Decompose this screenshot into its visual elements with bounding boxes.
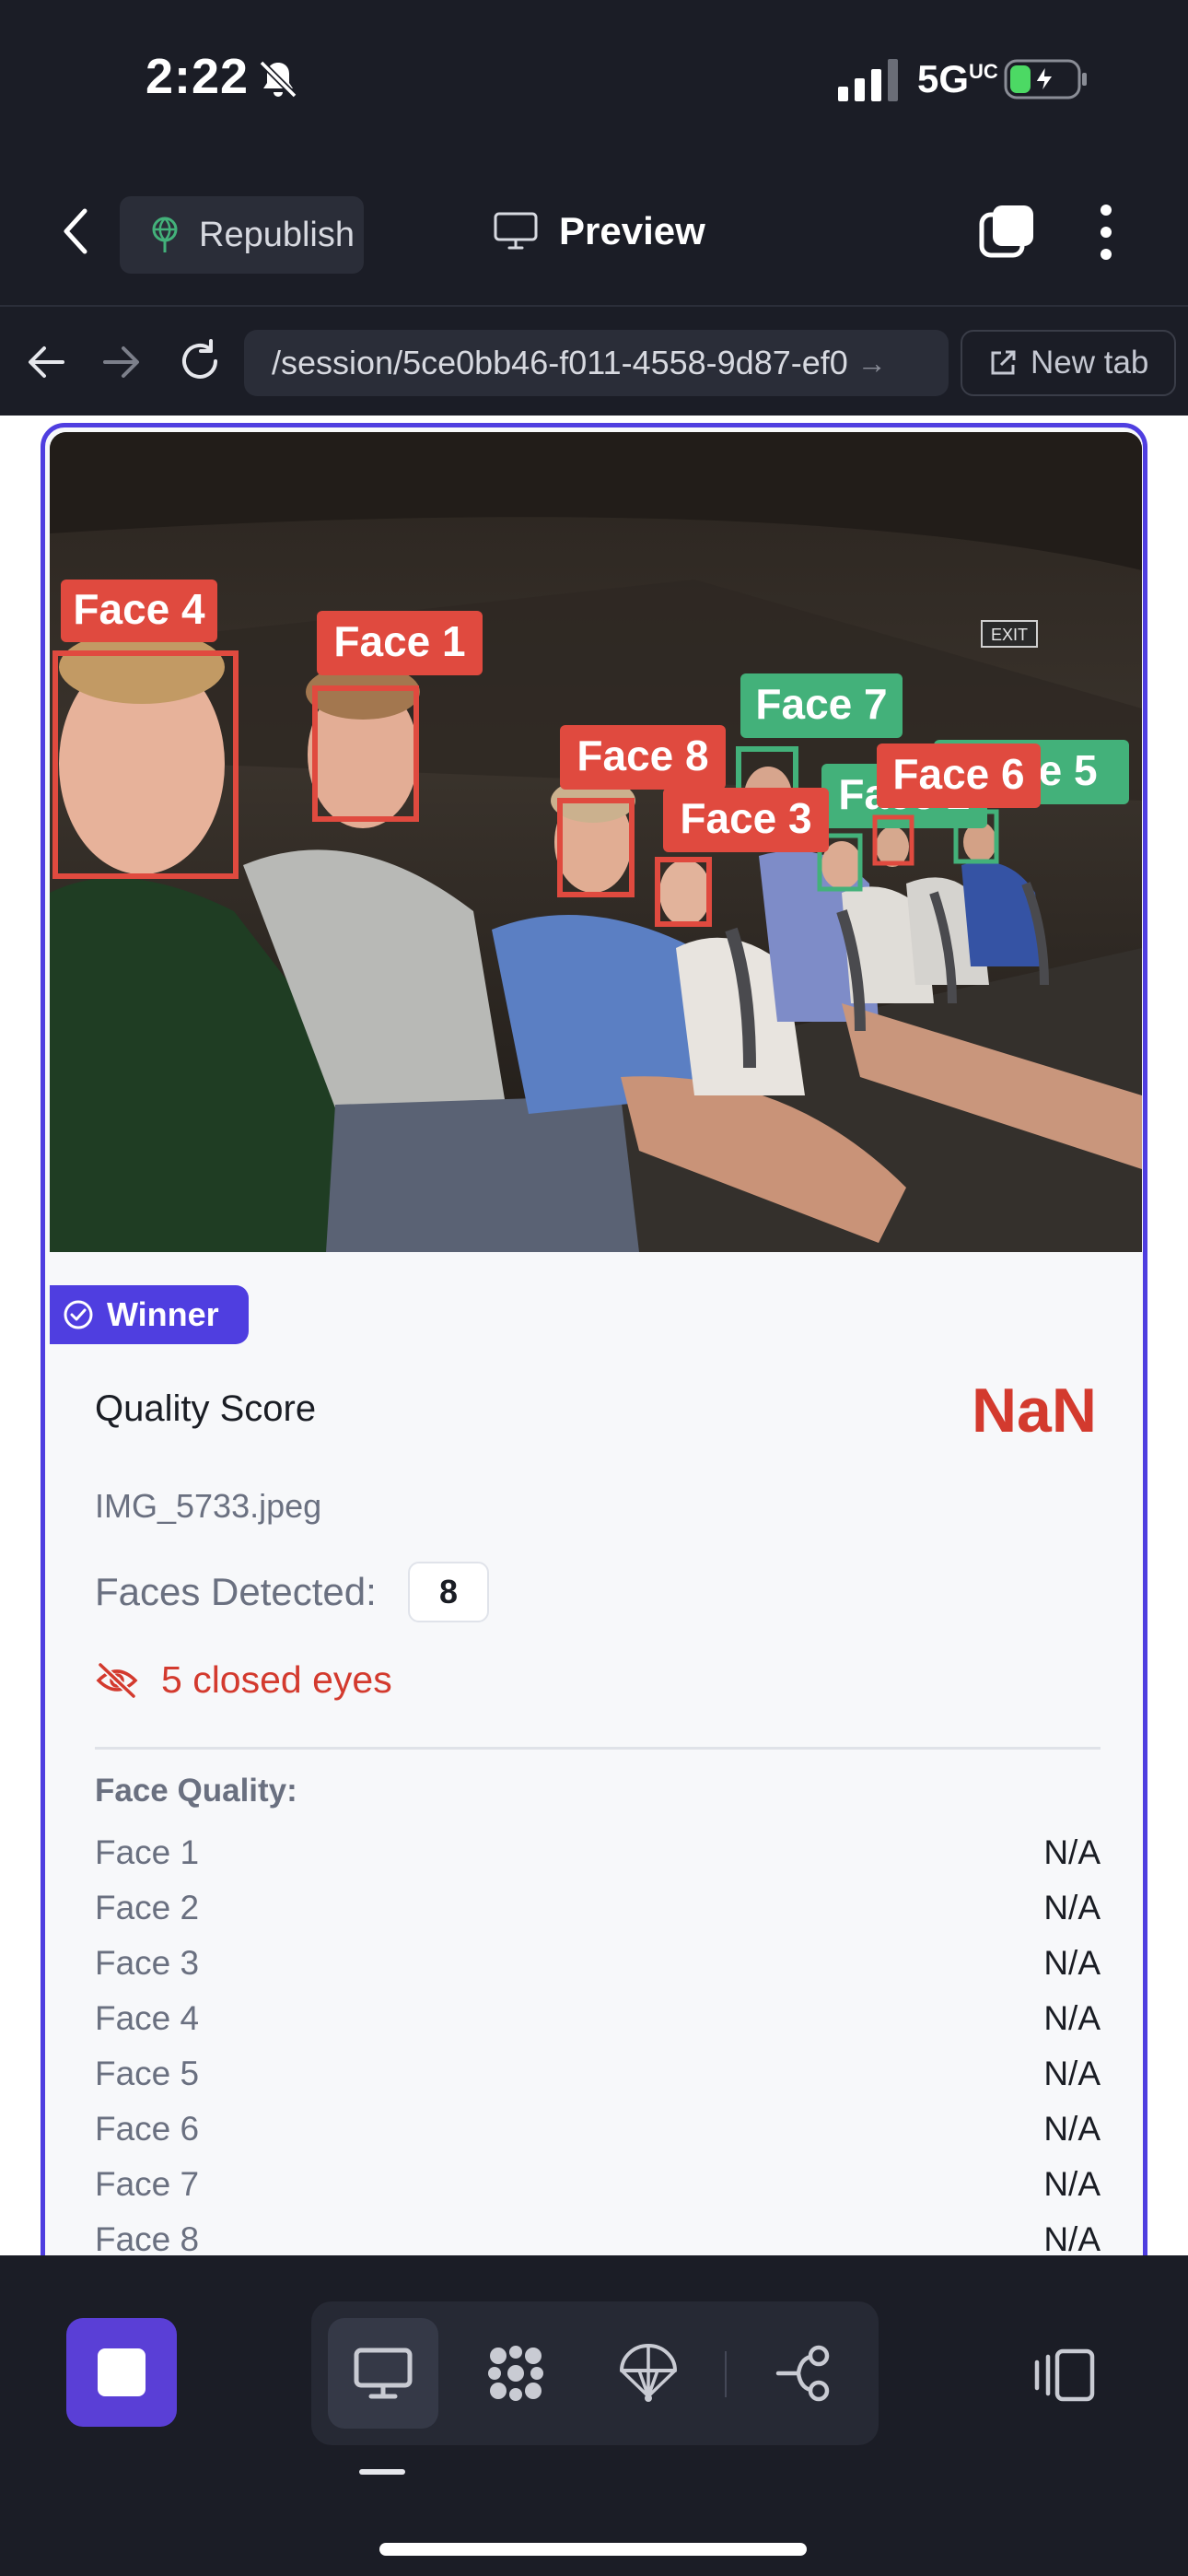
- tool-group: [311, 2301, 879, 2445]
- list-item: Face 7 N/A: [95, 2157, 1101, 2212]
- browser-bar: /session/5ce0bb46-f011-4558-9d87-ef0 → N…: [0, 305, 1188, 416]
- face-value: N/A: [1043, 2165, 1101, 2203]
- tool-separator: [725, 2351, 727, 2397]
- page-content: EXIT Face 4 Face 1 Face 8 Face 7 5 Face …: [0, 416, 1188, 2255]
- face-label-3: Face 3: [680, 794, 811, 842]
- winner-badge: Winner: [50, 1285, 249, 1344]
- home-indicator[interactable]: [379, 2543, 807, 2556]
- face-name: Face 4: [95, 1999, 200, 2037]
- eye-off-icon: [96, 1661, 138, 1699]
- grid-icon: [488, 2346, 543, 2401]
- external-link-icon: [991, 350, 1016, 375]
- new-tab-button[interactable]: New tab: [961, 330, 1176, 396]
- face-label-1: Face 1: [333, 617, 465, 665]
- face-name: Face 1: [95, 1833, 200, 1871]
- battery-icon: [1004, 59, 1087, 100]
- divider: [95, 1747, 1101, 1750]
- list-item: Face 8 N/A: [95, 2212, 1101, 2255]
- face-value: N/A: [1043, 1999, 1101, 2037]
- face-value: N/A: [1043, 1944, 1101, 1982]
- url-text: /session/5ce0bb46-f011-4558-9d87-ef0: [272, 344, 848, 381]
- monitor-icon: [494, 212, 538, 250]
- face-label-4: Face 4: [73, 585, 205, 633]
- closed-eyes-warning: 5 closed eyes: [95, 1658, 392, 1702]
- flow-tool-button[interactable]: [751, 2318, 862, 2429]
- faces-detected-label: Faces Detected:: [95, 1570, 377, 1613]
- list-item: Face 3 N/A: [95, 1936, 1101, 1991]
- face-value: N/A: [1043, 2110, 1101, 2148]
- tabs-icon[interactable]: [978, 202, 1037, 261]
- parachute-icon: [620, 2344, 677, 2402]
- face-name: Face 7: [95, 2165, 200, 2203]
- republish-button[interactable]: Republish: [120, 196, 364, 274]
- faces-detected-count: 8: [408, 1562, 489, 1622]
- status-time: 2:22: [146, 49, 250, 104]
- list-item: Face 2 N/A: [95, 1880, 1101, 1936]
- face-quality-list: Face 1 N/A Face 2 N/A Face 3 N/A Face 4 N/A …: [95, 1825, 1101, 2255]
- result-card: EXIT Face 4 Face 1 Face 8 Face 7 5 Face …: [41, 423, 1147, 2255]
- quality-score-label: Quality Score: [95, 1388, 317, 1429]
- globe-pin-icon: [152, 217, 178, 252]
- face-value: N/A: [1043, 2220, 1101, 2255]
- stop-button[interactable]: [66, 2318, 177, 2427]
- flow-icon: [775, 2345, 830, 2402]
- face-name: Face 5: [95, 2055, 200, 2092]
- preview-title: Preview: [493, 209, 705, 253]
- reload-icon[interactable]: [177, 338, 223, 384]
- arrow-right-icon[interactable]: [101, 344, 142, 381]
- exit-sign-text: EXIT: [991, 626, 1028, 644]
- file-name: IMG_5733.jpeg: [95, 1487, 322, 1525]
- grid-tool-button[interactable]: [460, 2318, 571, 2429]
- list-item: Face 6 N/A: [95, 2102, 1101, 2157]
- republish-label: Republish: [199, 215, 355, 254]
- face-value: N/A: [1043, 1833, 1101, 1871]
- face-label-7: Face 7: [755, 680, 887, 728]
- desktop-icon: [354, 2348, 413, 2399]
- status-bar: 2:22 5GUC: [0, 0, 1188, 161]
- bottom-toolbar: [0, 2255, 1188, 2576]
- side-panel-icon[interactable]: [1030, 2348, 1098, 2403]
- active-tab-indicator: [359, 2469, 405, 2475]
- quality-score-value: NaN: [971, 1376, 1097, 1446]
- face-value: N/A: [1043, 2055, 1101, 2092]
- back-chevron-icon[interactable]: [57, 205, 94, 257]
- new-tab-label: New tab: [1031, 345, 1149, 381]
- face-label-6: Face 6: [892, 750, 1024, 798]
- check-circle-icon: [64, 1300, 93, 1329]
- desktop-tool-button[interactable]: [328, 2318, 438, 2429]
- face-value: N/A: [1043, 1889, 1101, 1926]
- face-name: Face 8: [95, 2220, 200, 2255]
- face-quality-title: Face Quality:: [95, 1773, 297, 1809]
- bell-off-icon: [259, 60, 297, 99]
- url-arrow-icon: →: [856, 345, 887, 380]
- face-name: Face 3: [95, 1944, 200, 1982]
- list-item: Face 5 N/A: [95, 2046, 1101, 2102]
- list-item: Face 1 N/A: [95, 1825, 1101, 1880]
- url-field[interactable]: /session/5ce0bb46-f011-4558-9d87-ef0 →: [244, 330, 949, 396]
- face-name: Face 6: [95, 2110, 200, 2148]
- app-header: Republish Preview: [0, 161, 1188, 304]
- winner-label: Winner: [107, 1295, 219, 1333]
- preview-label: Preview: [559, 209, 705, 252]
- more-options-icon[interactable]: [1092, 203, 1120, 262]
- group-photo: EXIT Face 4 Face 1 Face 8 Face 7 5 Face …: [50, 432, 1142, 1252]
- face-name: Face 2: [95, 1889, 200, 1926]
- arrow-left-icon[interactable]: [26, 344, 66, 381]
- signal-icon: [838, 59, 898, 101]
- stop-icon: [98, 2348, 146, 2396]
- closed-eyes-text: 5 closed eyes: [161, 1658, 392, 1701]
- deploy-tool-button[interactable]: [593, 2318, 704, 2429]
- network-label: 5GUC: [917, 57, 998, 100]
- list-item: Face 4 N/A: [95, 1991, 1101, 2046]
- face-label-8: Face 8: [577, 732, 708, 779]
